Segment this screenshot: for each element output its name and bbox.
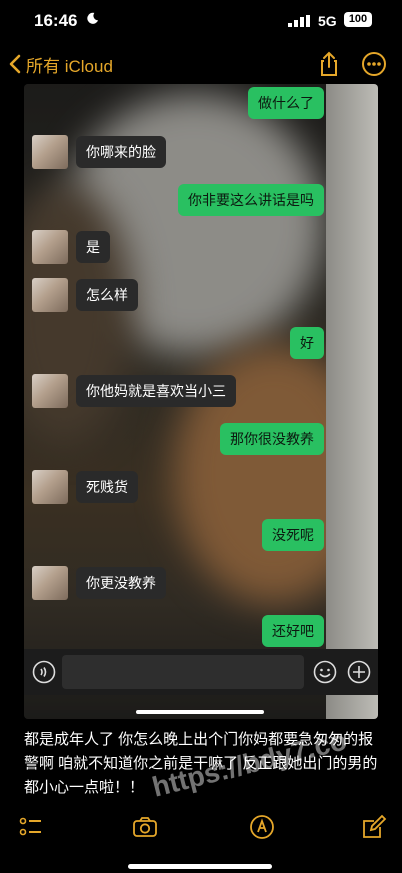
message-input[interactable] — [62, 655, 304, 689]
bottom-toolbar — [0, 808, 402, 848]
contact-avatar — [32, 230, 68, 264]
moon-icon — [87, 12, 99, 24]
received-message-bubble: 怎么样 — [76, 279, 138, 311]
contact-avatar — [32, 374, 68, 408]
chat-input-bar — [24, 649, 378, 695]
contact-avatar — [32, 566, 68, 600]
home-indicator — [128, 864, 272, 869]
signal-icon — [288, 15, 310, 27]
received-message-bubble: 你哪来的脸 — [76, 136, 166, 168]
nav-bar: 所有 iCloud — [0, 44, 402, 84]
sent-message-bubble: 那你很没教养 — [220, 423, 324, 455]
chevron-left-icon — [9, 54, 21, 74]
sent-message-bubble: 没死呢 — [262, 519, 324, 551]
camera-icon[interactable] — [132, 814, 158, 840]
markup-pen-icon[interactable] — [249, 814, 275, 840]
network-type: 5G — [318, 13, 337, 29]
share-icon[interactable] — [315, 50, 343, 78]
sent-message-bubble: 好 — [290, 327, 324, 359]
chat-screenshot-image: 做什么了你哪来的脸 你非要这么讲话是吗是怎么样好你他妈就是喜欢当小三那你很没教养死… — [24, 84, 378, 719]
back-label: 所有 iCloud — [26, 56, 113, 76]
contact-avatar — [32, 135, 68, 169]
status-bar: 16:46 5G 100 — [0, 0, 402, 44]
plus-icon[interactable] — [347, 660, 371, 684]
emoji-icon[interactable] — [313, 660, 337, 684]
battery-icon: 100 — [344, 12, 372, 27]
received-message-bubble: 是 — [76, 231, 110, 263]
voice-icon[interactable] — [32, 660, 56, 684]
checklist-icon[interactable] — [18, 814, 44, 840]
contact-avatar — [32, 278, 68, 312]
edge-strip — [326, 84, 378, 719]
sent-message-bubble: 还好吧 — [262, 615, 324, 647]
status-time: 16:46 — [34, 11, 78, 30]
sent-message-bubble: 你非要这么讲话是吗 — [178, 184, 324, 216]
contact-avatar — [32, 470, 68, 504]
received-message-bubble: 你更没教养 — [76, 567, 166, 599]
screenshot-home-indicator — [136, 710, 264, 714]
received-message-bubble: 死贱货 — [76, 471, 138, 503]
more-icon[interactable] — [360, 50, 388, 78]
received-message-bubble: 你他妈就是喜欢当小三 — [76, 375, 236, 407]
compose-icon[interactable] — [361, 814, 387, 840]
back-button[interactable]: 所有 iCloud — [8, 51, 113, 77]
sent-message-bubble: 做什么了 — [248, 87, 324, 119]
